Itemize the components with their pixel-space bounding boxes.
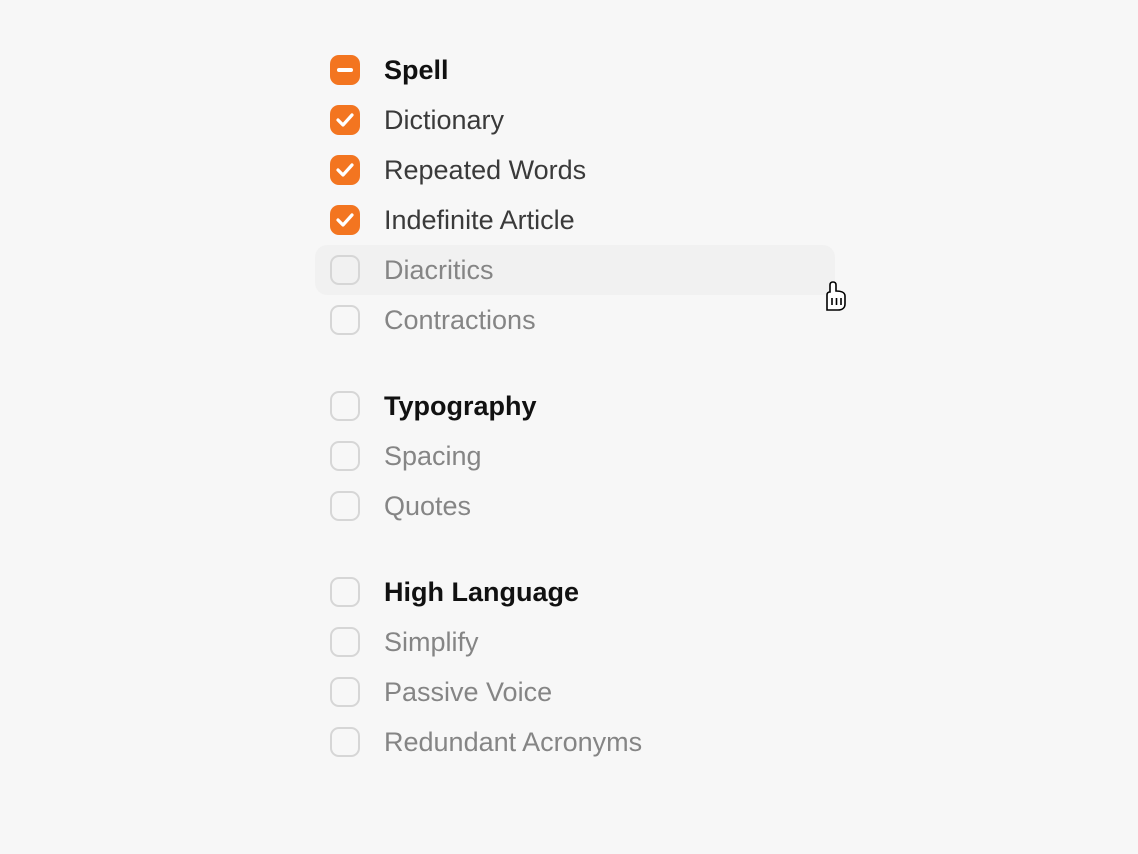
label-spell: Spell: [384, 57, 449, 84]
label-spacing: Spacing: [384, 443, 482, 470]
checkbox-repeated-words[interactable]: [330, 155, 360, 185]
check-icon: [336, 113, 354, 127]
checkbox-contractions[interactable]: [330, 305, 360, 335]
checkbox-typography[interactable]: [330, 391, 360, 421]
item-simplify[interactable]: Simplify: [315, 617, 835, 667]
label-quotes: Quotes: [384, 493, 471, 520]
group-header-spell[interactable]: Spell: [315, 45, 835, 95]
checkbox-dictionary[interactable]: [330, 105, 360, 135]
label-high-language: High Language: [384, 579, 579, 606]
item-passive-voice[interactable]: Passive Voice: [315, 667, 835, 717]
group-header-high-language[interactable]: High Language: [315, 567, 835, 617]
item-contractions[interactable]: Contractions: [315, 295, 835, 345]
item-repeated-words[interactable]: Repeated Words: [315, 145, 835, 195]
minus-icon: [337, 68, 353, 72]
label-typography: Typography: [384, 393, 537, 420]
checkbox-simplify[interactable]: [330, 627, 360, 657]
checkbox-spacing[interactable]: [330, 441, 360, 471]
check-icon: [336, 213, 354, 227]
item-quotes[interactable]: Quotes: [315, 481, 835, 531]
checkbox-high-language[interactable]: [330, 577, 360, 607]
checkbox-diacritics[interactable]: [330, 255, 360, 285]
label-indefinite-article: Indefinite Article: [384, 207, 575, 234]
item-indefinite-article[interactable]: Indefinite Article: [315, 195, 835, 245]
label-simplify: Simplify: [384, 629, 479, 656]
label-contractions: Contractions: [384, 307, 536, 334]
item-dictionary[interactable]: Dictionary: [315, 95, 835, 145]
checkbox-quotes[interactable]: [330, 491, 360, 521]
item-spacing[interactable]: Spacing: [315, 431, 835, 481]
label-dictionary: Dictionary: [384, 107, 504, 134]
group-typography: Typography Spacing Quotes: [315, 381, 835, 531]
item-diacritics[interactable]: Diacritics: [315, 245, 835, 295]
group-spell: Spell Dictionary Repeated Words Indefini…: [315, 45, 835, 345]
label-diacritics: Diacritics: [384, 257, 494, 284]
group-high-language: High Language Simplify Passive Voice Red…: [315, 567, 835, 767]
label-repeated-words: Repeated Words: [384, 157, 586, 184]
checkbox-indefinite-article[interactable]: [330, 205, 360, 235]
group-header-typography[interactable]: Typography: [315, 381, 835, 431]
checkbox-spell[interactable]: [330, 55, 360, 85]
item-redundant-acronyms[interactable]: Redundant Acronyms: [315, 717, 835, 767]
checkbox-passive-voice[interactable]: [330, 677, 360, 707]
checkbox-redundant-acronyms[interactable]: [330, 727, 360, 757]
check-icon: [336, 163, 354, 177]
label-passive-voice: Passive Voice: [384, 679, 552, 706]
label-redundant-acronyms: Redundant Acronyms: [384, 729, 642, 756]
settings-panel: Spell Dictionary Repeated Words Indefini…: [315, 45, 835, 803]
